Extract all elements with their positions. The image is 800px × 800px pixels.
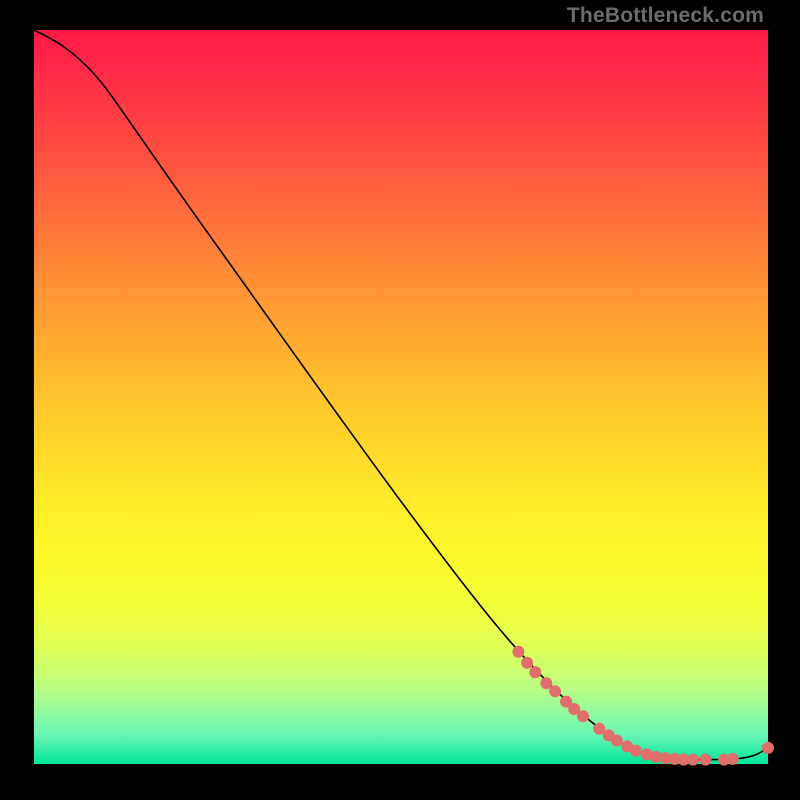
data-marker <box>727 753 739 765</box>
data-marker <box>700 754 712 766</box>
chart-overlay <box>34 30 768 764</box>
bottleneck-curve <box>34 30 768 760</box>
data-marker <box>577 710 589 722</box>
data-marker <box>630 745 642 757</box>
data-marker <box>549 685 561 697</box>
data-marker <box>512 646 524 658</box>
chart-frame: TheBottleneck.com <box>0 0 800 800</box>
data-marker <box>762 742 774 754</box>
data-marker <box>611 735 623 747</box>
data-marker <box>529 666 541 678</box>
data-marker <box>521 657 533 669</box>
data-marker <box>687 754 699 766</box>
data-markers <box>512 646 774 766</box>
watermark-text: TheBottleneck.com <box>567 4 764 28</box>
